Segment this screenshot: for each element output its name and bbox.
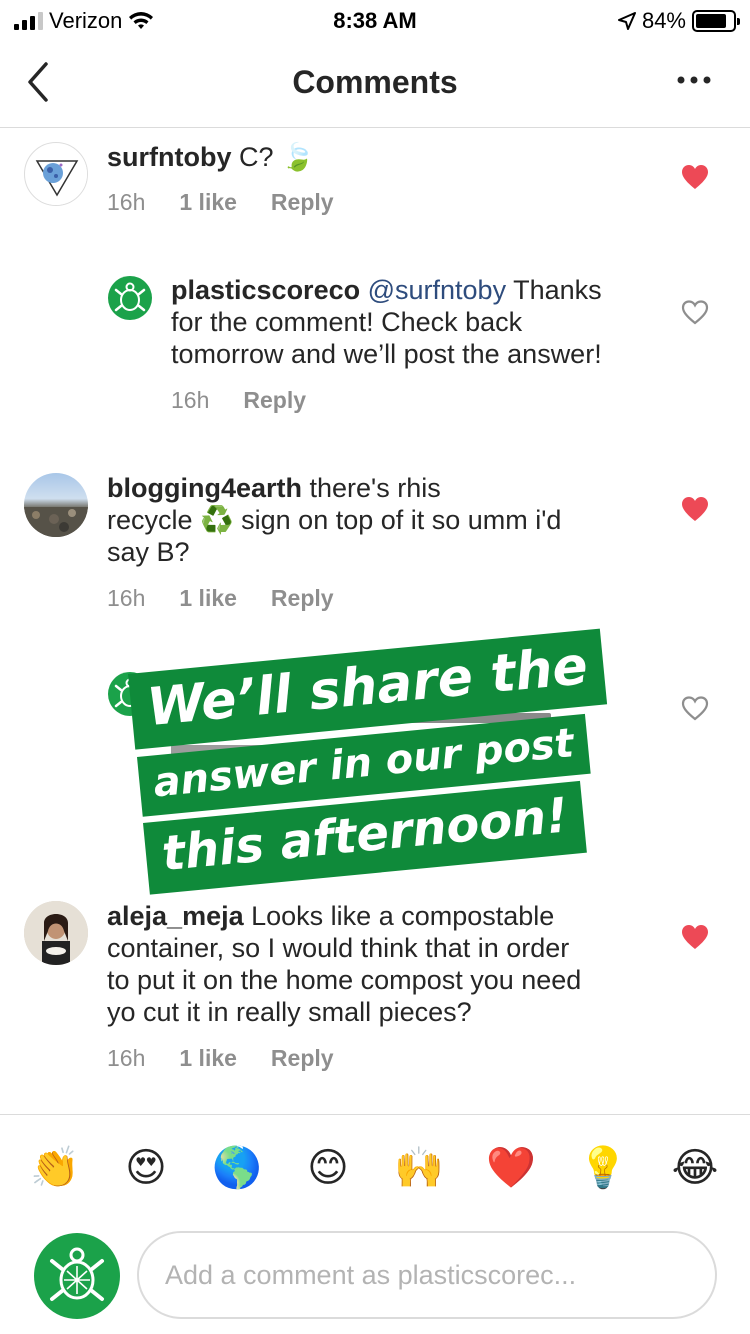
emoji-red-heart-button[interactable]: ❤️: [486, 1143, 536, 1193]
emoji-smile-button[interactable]: 😊: [303, 1143, 353, 1193]
comment-meta: 16h 1 like Reply: [107, 189, 334, 216]
comment-body: say B?: [107, 537, 190, 567]
avatar-image: [26, 144, 87, 205]
comment-body: tomorrow and we’ll post the answer!: [171, 339, 602, 369]
battery-fill: [696, 14, 727, 28]
emoji-lightbulb-button[interactable]: 💡: [578, 1143, 628, 1193]
comment-meta: 16h 1 like Reply: [107, 585, 334, 612]
emoji-clap-button[interactable]: 👏: [30, 1143, 80, 1193]
reply-button[interactable]: Reply: [271, 189, 334, 216]
emoji-heart-eyes-button[interactable]: 😍: [121, 1143, 171, 1193]
emoji-raised-hands-button[interactable]: 🙌: [394, 1143, 444, 1193]
comment-likes[interactable]: 1 like: [179, 585, 237, 612]
battery-icon: [692, 10, 740, 32]
comment-likes[interactable]: 1 like: [179, 189, 237, 216]
comment-text: blogging4earth there's rhis recycle ♻️ s…: [107, 472, 667, 568]
comment-body: Looks like a compostable: [251, 901, 555, 931]
comment-username[interactable]: blogging4earth: [107, 473, 302, 503]
current-user-avatar: [34, 1233, 120, 1319]
comment-body: for the comment! Check back: [171, 307, 523, 337]
emoji-laughing-button[interactable]: 😂: [670, 1143, 720, 1193]
comment-time: 16h: [107, 1045, 146, 1071]
quick-emoji-bar: 👏 😍 🌎 😊 🙌 ❤️ 💡 😂: [30, 1143, 730, 1193]
more-dots-icon: [677, 76, 711, 84]
comment-body: Thanks: [513, 275, 602, 305]
composer-area: 👏 😍 🌎 😊 🙌 ❤️ 💡 😂: [0, 1114, 750, 1334]
comment-time: 16h: [171, 387, 210, 413]
avatar[interactable]: [24, 901, 88, 965]
reply-button[interactable]: Reply: [271, 1045, 334, 1072]
turtle-logo-icon: [50, 1247, 104, 1301]
emoji-globe-button[interactable]: 🌎: [212, 1143, 262, 1193]
comment-username[interactable]: aleja_meja: [107, 901, 244, 931]
location-arrow-icon: [617, 12, 636, 30]
comments-list[interactable]: surfntoby C? 🍃 16h 1 like Reply plastics…: [0, 129, 750, 1114]
comment-body: yo cut it in really small pieces?: [107, 997, 472, 1027]
comment-meta: 16h Reply: [171, 387, 306, 414]
avatar[interactable]: [108, 276, 152, 320]
comment-body: C? 🍃: [239, 142, 315, 172]
page-title: Comments: [292, 64, 458, 100]
comment-mention[interactable]: @surfntoby: [368, 275, 506, 305]
more-options-button[interactable]: [674, 64, 714, 100]
reply-button[interactable]: Reply: [271, 585, 334, 612]
comment-username[interactable]: plasticscoreco: [171, 275, 360, 305]
heart-outline-icon[interactable]: [681, 695, 709, 721]
avatar-image: [24, 507, 88, 537]
heart-icon-filled[interactable]: [681, 924, 709, 950]
comment-input[interactable]: [137, 1231, 717, 1319]
comment-time: 16h: [107, 189, 146, 215]
battery-percent: 84%: [641, 8, 686, 33]
comment-likes[interactable]: 1 like: [179, 1045, 237, 1072]
comment-username[interactable]: surfntoby: [107, 142, 232, 172]
status-bar: Verizon 8:38 AM 84%: [0, 0, 750, 40]
avatar-image: [24, 901, 88, 965]
avatar[interactable]: [24, 142, 88, 206]
comment-body: there's rhis: [309, 473, 441, 503]
comment-body: container, so I would think that in orde…: [107, 933, 570, 963]
comment-time: 16h: [107, 585, 146, 611]
avatar[interactable]: [24, 473, 88, 537]
heart-icon-filled[interactable]: [681, 496, 709, 522]
comment-text: plasticscoreco @surfntoby Thanks for the…: [171, 274, 661, 370]
comment-text: surfntoby C? 🍃: [107, 141, 667, 173]
heart-icon-filled[interactable]: [681, 164, 709, 190]
comment-text: aleja_meja Looks like a compostable cont…: [107, 900, 667, 1028]
comment-body: recycle ♻️ sign on top of it so umm i'd: [107, 505, 562, 535]
comment-meta: 16h 1 like Reply: [107, 1045, 334, 1072]
status-right: 84%: [617, 8, 740, 34]
comment-body: to put it on the home compost you need: [107, 965, 582, 995]
turtle-logo-icon: [114, 282, 146, 312]
header: Comments: [0, 40, 750, 128]
heart-outline-icon[interactable]: [681, 299, 709, 325]
reply-button[interactable]: Reply: [243, 387, 306, 414]
